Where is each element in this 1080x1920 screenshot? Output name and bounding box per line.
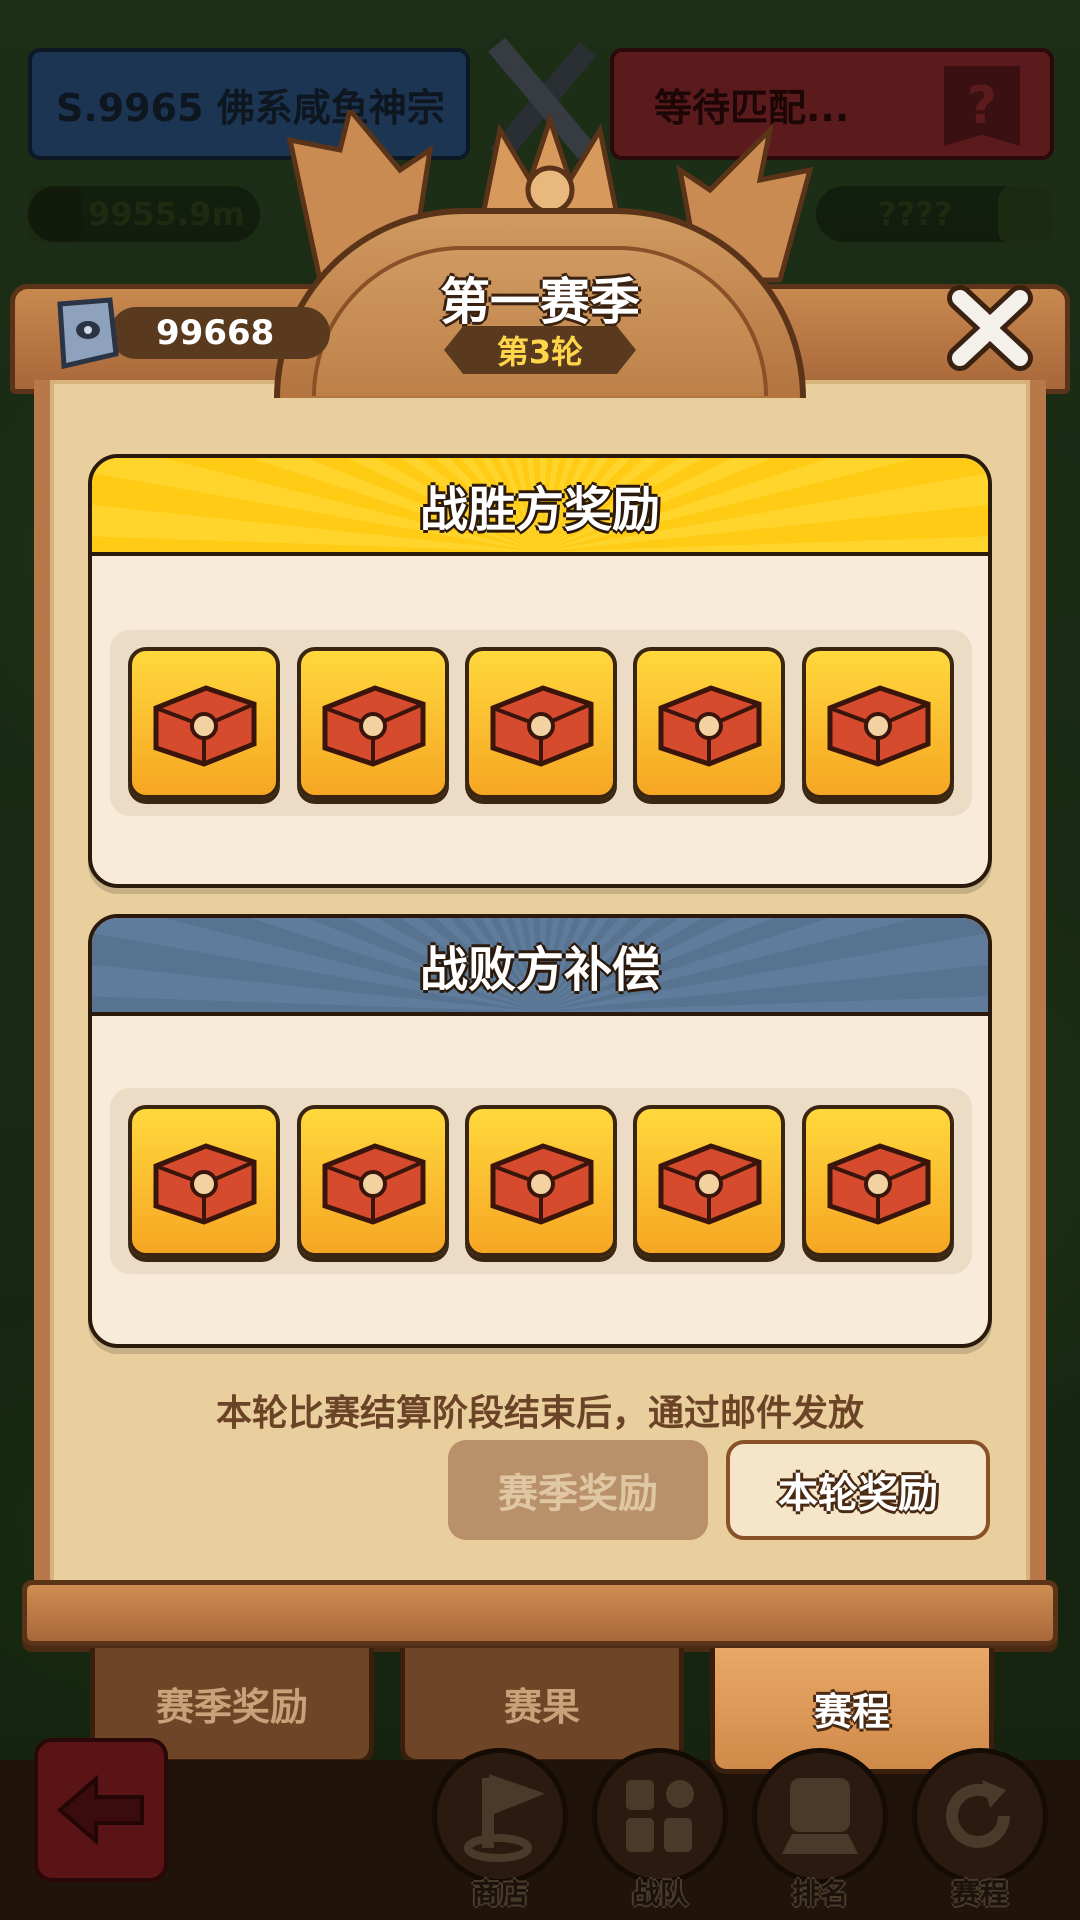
round-rewards-toggle[interactable]: 本轮奖励	[726, 1440, 990, 1540]
panel-footer-plank	[22, 1580, 1058, 1646]
reward-slot[interactable]	[633, 647, 786, 799]
close-icon[interactable]	[944, 280, 1036, 376]
currency-display: 99668	[46, 297, 330, 370]
reward-slot[interactable]	[464, 647, 617, 799]
treasure-chest-icon	[827, 1143, 931, 1225]
treasure-chest-icon	[153, 1143, 257, 1225]
refresh-icon	[946, 1780, 1010, 1848]
right-power-fist-icon	[998, 186, 1052, 242]
treasure-chest-icon	[322, 685, 426, 767]
left-power-value: 9955.9m	[88, 195, 245, 233]
nav-shop-label: 商店	[471, 1877, 528, 1910]
reward-slot[interactable]	[633, 1105, 786, 1257]
winner-rewards-title: 战胜方奖励	[92, 458, 988, 556]
loser-rewards-tray	[110, 1088, 972, 1274]
nav-schedule-label: 赛程	[951, 1877, 1008, 1910]
treasure-chest-icon	[153, 685, 257, 767]
nav-rank-label: 排名	[791, 1877, 848, 1910]
reward-slot[interactable]	[801, 1105, 954, 1257]
treasure-chest-icon	[658, 1143, 762, 1225]
treasure-chest-icon	[490, 685, 594, 767]
back-arrow-icon	[56, 1775, 144, 1845]
season-rewards-toggle[interactable]: 赛季奖励	[448, 1440, 708, 1540]
nav-rank[interactable]: 排名	[752, 1748, 888, 1910]
winner-rewards-section: 战胜方奖励	[88, 454, 992, 888]
left-power-stat: 9955.9m	[28, 186, 260, 242]
reward-slot[interactable]	[464, 1105, 617, 1257]
treasure-chest-icon	[827, 685, 931, 767]
nav-schedule[interactable]: 赛程	[912, 1748, 1048, 1910]
loser-compensation-title: 战败方补偿	[92, 918, 988, 1016]
reward-slot[interactable]	[801, 647, 954, 799]
reward-slot[interactable]	[296, 1105, 449, 1257]
treasure-chest-icon	[658, 685, 762, 767]
stone-tablet-icon	[57, 297, 119, 370]
team-blocks-icon	[626, 1780, 694, 1852]
flag-icon	[464, 1774, 546, 1862]
treasure-chest-icon	[490, 1143, 594, 1225]
unknown-team-icon: ?	[944, 66, 1020, 146]
nav-team[interactable]: 战队	[592, 1748, 728, 1910]
tab-results[interactable]: 赛果	[400, 1648, 684, 1764]
season-title: 第一赛季	[440, 273, 640, 331]
back-button[interactable]	[34, 1738, 168, 1882]
reward-slot[interactable]	[296, 647, 449, 799]
nav-shop[interactable]: 商店	[432, 1748, 568, 1910]
treasure-chest-icon	[322, 1143, 426, 1225]
delivery-note: 本轮比赛结算阶段结束后，通过邮件发放	[215, 1393, 864, 1434]
loser-compensation-section: 战败方补偿	[88, 914, 992, 1348]
reward-slot[interactable]	[128, 647, 281, 799]
round-label: 第3轮	[444, 326, 636, 374]
reward-slot[interactable]	[128, 1105, 281, 1257]
ranking-face-icon	[782, 1778, 858, 1854]
right-power-value: ????	[878, 195, 953, 233]
winner-rewards-tray	[110, 630, 972, 816]
currency-value: 99668	[110, 307, 330, 359]
nav-team-label: 战队	[631, 1877, 688, 1910]
